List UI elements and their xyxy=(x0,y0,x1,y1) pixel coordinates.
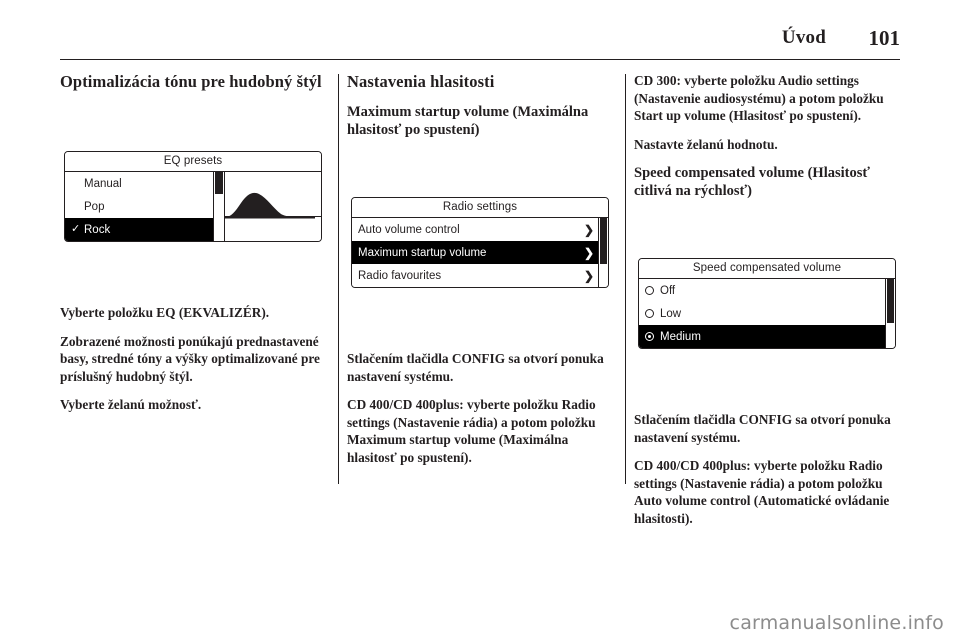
middle-paragraph-1: Stlačením tlačidla CONFIG sa otvorí ponu… xyxy=(347,351,604,384)
radio-option-label: Off xyxy=(660,284,676,297)
left-section-heading: Optimalizácia tónu pre hudobný štýl xyxy=(60,72,322,91)
speed-volume-scrollbar[interactable] xyxy=(885,279,895,348)
right-subheading: Speed compensated volume (Hlasitosť citl… xyxy=(634,165,870,199)
scrollbar-thumb[interactable] xyxy=(887,279,894,323)
eq-curve-graph xyxy=(225,172,321,241)
radio-button-icon[interactable] xyxy=(645,309,654,318)
radio-option-label: Low xyxy=(660,307,682,320)
header-divider xyxy=(60,59,900,60)
list-item[interactable]: Auto volume control ❯ xyxy=(352,218,598,241)
radio-option[interactable]: Low xyxy=(639,302,885,325)
page-title: Úvod xyxy=(781,27,826,48)
speed-volume-screen-title: Speed compensated volume xyxy=(639,259,895,279)
left-paragraph-2: Zobrazené možnosti ponúkajú prednastaven… xyxy=(60,333,320,384)
list-item-label: Radio favourites xyxy=(358,269,442,282)
page-number: 101 xyxy=(868,25,901,50)
list-item-label: Auto volume control xyxy=(358,223,460,236)
list-item-label: Maximum startup volume xyxy=(358,246,487,259)
list-item-label: Pop xyxy=(84,200,105,213)
list-item-label: Manual xyxy=(84,177,122,190)
column-middle: Nastavenia hlasitosti Maximum startup vo… xyxy=(347,72,613,592)
scrollbar-thumb[interactable] xyxy=(600,218,607,264)
eq-presets-screen-body: Manual Pop ✓ Rock xyxy=(65,172,321,241)
left-paragraph-3: Vyberte želanú možnosť. xyxy=(60,397,202,412)
chevron-right-icon: ❯ xyxy=(583,222,594,237)
radio-option-selected[interactable]: Medium xyxy=(639,325,885,348)
column-divider-1 xyxy=(338,74,339,484)
middle-section-heading: Nastavenia hlasitosti xyxy=(347,72,495,91)
column-gap-2 xyxy=(613,72,634,592)
eq-presets-screen-title: EQ presets xyxy=(65,152,321,172)
chevron-right-icon: ❯ xyxy=(583,268,594,283)
content-columns: Optimalizácia tónu pre hudobný štýl EQ p… xyxy=(60,72,900,592)
right-paragraph-1: CD 300: vyberte položku Audio settings (… xyxy=(634,73,884,123)
eq-curve-icon xyxy=(225,192,315,219)
radio-button-icon[interactable] xyxy=(645,286,654,295)
speed-volume-screen-body: Off Low Medium xyxy=(639,279,895,348)
radio-settings-scrollbar[interactable] xyxy=(598,218,608,287)
middle-subheading: Maximum startup volume (Maximálna hlasit… xyxy=(347,104,589,138)
column-divider-2 xyxy=(625,74,626,484)
radio-settings-screen-body: Auto volume control ❯ Maximum startup vo… xyxy=(352,218,608,287)
right-paragraph-4: CD 400/CD 400plus: vyberte položku Radio… xyxy=(634,458,890,526)
chevron-right-icon: ❯ xyxy=(583,245,594,260)
checkmark-icon: ✓ xyxy=(71,223,81,235)
list-item[interactable]: Radio favourites ❯ xyxy=(352,264,598,287)
radio-settings-list: Auto volume control ❯ Maximum startup vo… xyxy=(352,218,598,287)
right-paragraph-3: Stlačením tlačidla CONFIG sa otvorí ponu… xyxy=(634,412,891,445)
column-left: Optimalizácia tónu pre hudobný štýl EQ p… xyxy=(60,72,326,592)
eq-presets-list: Manual Pop ✓ Rock xyxy=(65,172,213,241)
list-item-label: Rock xyxy=(84,223,111,236)
right-paragraph-2: Nastavte želanú hodnotu. xyxy=(634,136,778,152)
radio-settings-screen-title: Radio settings xyxy=(352,198,608,218)
speed-volume-list: Off Low Medium xyxy=(639,279,885,348)
radio-option-label: Medium xyxy=(660,330,701,343)
radio-settings-screen[interactable]: Radio settings Auto volume control ❯ Max… xyxy=(351,197,609,288)
figure-radio-settings: Radio settings Auto volume control ❯ Max… xyxy=(347,149,613,336)
left-paragraph-1: Vyberte položku EQ (EKVALIZÉR). xyxy=(60,305,270,320)
figure-eq-presets: EQ presets Manual Pop ✓ Rock xyxy=(60,103,326,290)
middle-paragraph-2: CD 400/CD 400plus: vyberte položku Radio… xyxy=(347,397,596,465)
radio-button-selected-icon[interactable] xyxy=(645,332,654,341)
eq-presets-screen[interactable]: EQ presets Manual Pop ✓ Rock xyxy=(64,151,322,242)
page-header: Úvod 101 xyxy=(60,18,900,58)
eq-presets-scrollbar[interactable] xyxy=(213,172,225,241)
list-item[interactable]: Manual xyxy=(65,172,213,195)
list-item-selected[interactable]: ✓ Rock xyxy=(65,218,213,241)
column-right: CD 300: vyberte položku Audio settings (… xyxy=(634,72,900,592)
list-item-selected[interactable]: Maximum startup volume ❯ xyxy=(352,241,598,264)
list-item[interactable]: Pop xyxy=(65,195,213,218)
radio-option[interactable]: Off xyxy=(639,279,885,302)
speed-compensated-volume-screen[interactable]: Speed compensated volume Off Low Medium xyxy=(638,258,896,349)
watermark: carmanualsonline.info xyxy=(729,612,944,634)
column-gap-1 xyxy=(326,72,347,592)
figure-speed-compensated-volume: Speed compensated volume Off Low Medium xyxy=(634,210,900,397)
scrollbar-thumb[interactable] xyxy=(215,172,223,194)
